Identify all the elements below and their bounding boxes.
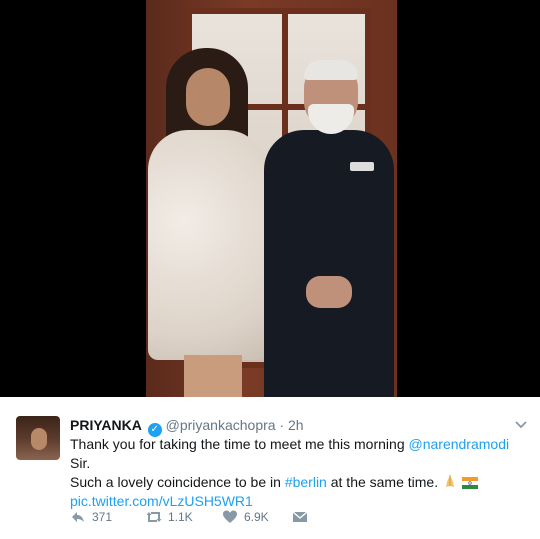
like-button[interactable]: 6.9K (222, 509, 269, 525)
avatar[interactable] (16, 416, 60, 460)
tweet-photo[interactable] (0, 0, 540, 397)
person-left-dress (148, 130, 266, 360)
chevron-down-icon[interactable] (514, 417, 528, 431)
like-count: 6.9K (244, 510, 269, 524)
tweet-text: Thank you for taking the time to meet me… (70, 436, 510, 509)
tweet-header: PRIYANKA ✓ @priyankachopra · 2h (70, 416, 304, 437)
separator: · (279, 417, 285, 433)
mention-link[interactable]: @narendramodi (409, 436, 510, 452)
retweet-icon (146, 512, 162, 522)
display-name[interactable]: PRIYANKA (70, 417, 142, 433)
retweet-button[interactable]: 1.1K (146, 509, 193, 525)
dm-button[interactable] (292, 509, 308, 525)
person-left-face (186, 68, 230, 126)
person-right-hands (306, 276, 352, 308)
photo-image[interactable] (146, 0, 397, 397)
heart-icon (223, 510, 237, 523)
person-right-hair (304, 60, 358, 80)
person-right-suit (264, 130, 394, 397)
india-flag-icon (461, 477, 478, 489)
reply-count: 371 (92, 510, 113, 524)
user-handle[interactable]: @priyankachopra (166, 417, 276, 433)
folded-hands-icon (446, 475, 455, 487)
reply-button[interactable]: 371 (70, 509, 112, 525)
retweet-count: 1.1K (168, 510, 193, 524)
hashtag-link[interactable]: #berlin (285, 474, 327, 490)
pic-link[interactable]: pic.twitter.com/vLzUSH5WR1 (70, 493, 253, 509)
pocket-square (350, 162, 374, 171)
envelope-icon (292, 511, 308, 522)
reply-icon (72, 512, 84, 522)
tweet-card: PRIYANKA ✓ @priyankachopra · 2h Thank yo… (0, 397, 540, 539)
person-left-legs (184, 355, 242, 397)
timestamp[interactable]: 2h (288, 417, 304, 433)
